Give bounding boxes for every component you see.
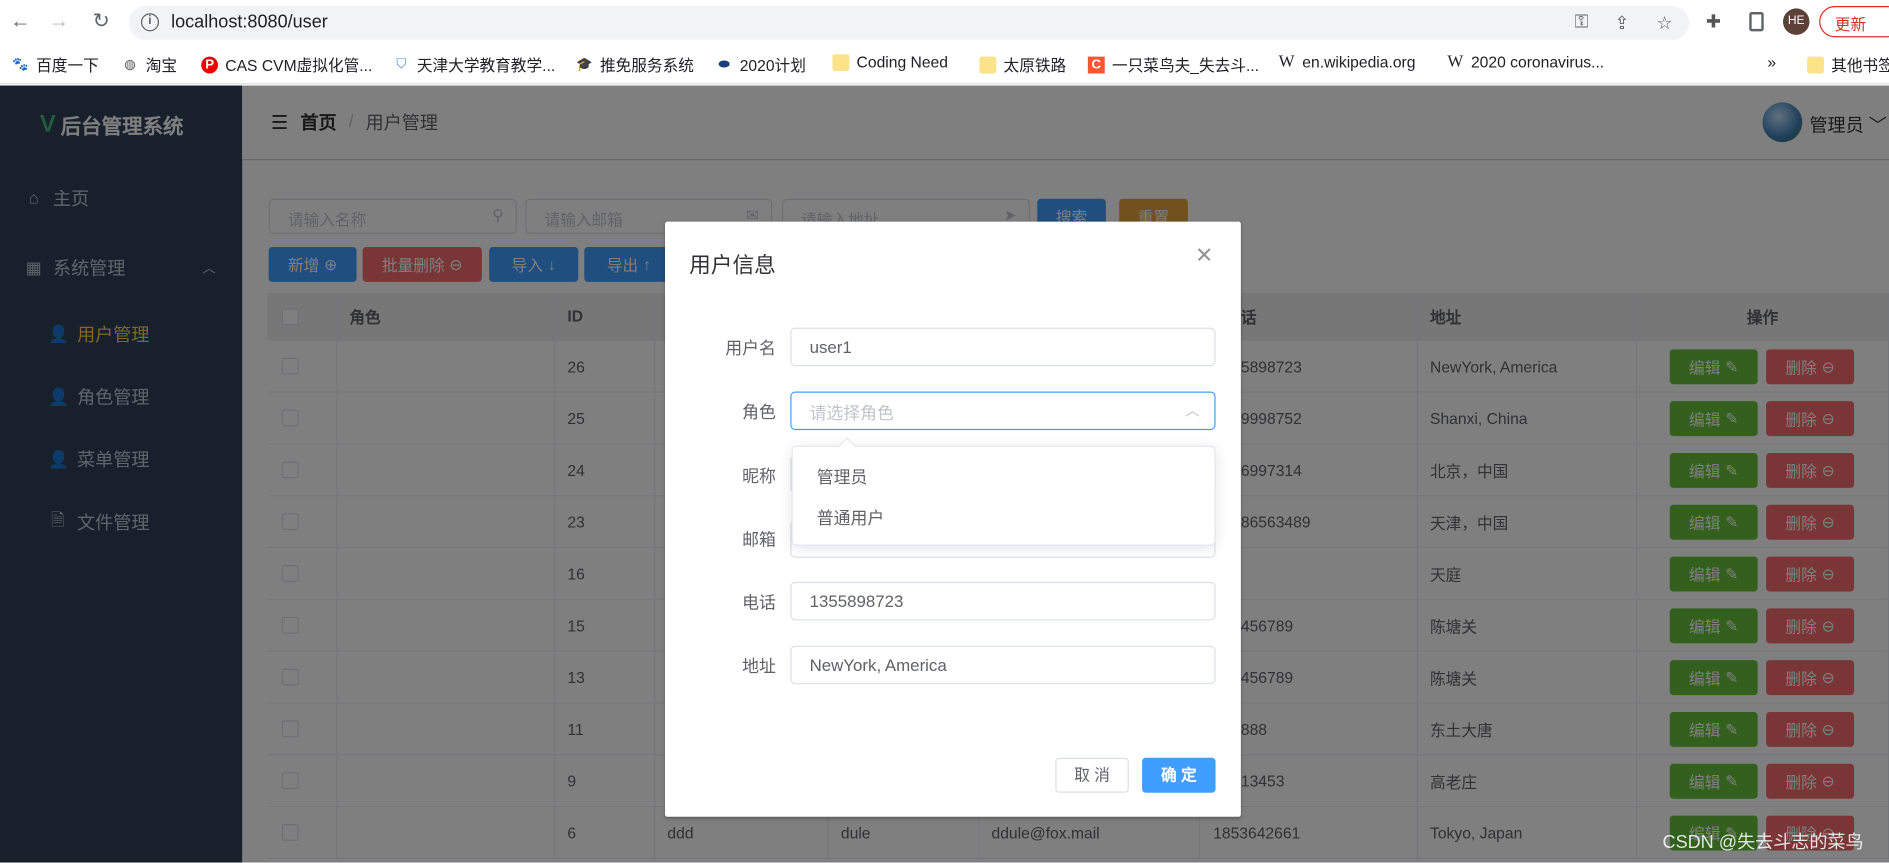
info-icon[interactable]: i [140, 13, 160, 32]
role-placeholder: 请选择角色 [809, 403, 894, 423]
address-bar[interactable]: i localhost:8080/user ⚿ ⇪ ☆ [128, 6, 1690, 40]
cancel-button[interactable]: 取 消 [1055, 757, 1129, 793]
baidu-icon: 🐾 [12, 57, 29, 72]
address-input[interactable]: NewYork, America [790, 645, 1216, 685]
bookmark[interactable]: ⬬ 2020计划 [716, 53, 806, 76]
folder-icon [832, 53, 850, 71]
bookmark-label: en.wikipedia.org [1302, 53, 1416, 72]
bookmark-label: CAS CVM虚拟化管... [225, 56, 373, 75]
csdn-icon: C [1087, 56, 1105, 73]
watermark: CSDN @失去斗志的菜鸟 [1662, 832, 1864, 853]
globe-icon: ◍ [124, 57, 136, 72]
bookmark-label: 推免服务系统 [599, 56, 694, 75]
forward-icon[interactable]: → [46, 10, 73, 34]
share-icon[interactable]: ⇪ [1614, 12, 1629, 34]
reload-icon[interactable]: ↻ [88, 10, 115, 34]
other-bookmarks[interactable]: 其他书签 [1807, 53, 1889, 76]
extensions-icon[interactable]: ✚ [1706, 11, 1721, 32]
bookmark-label: 百度一下 [36, 56, 99, 75]
bookmark[interactable]: Coding Need [832, 53, 948, 71]
bookmark-label: 太原铁路 [1003, 56, 1067, 75]
bookmark[interactable]: ◍ 淘宝 [122, 53, 177, 76]
browser-toolbar: ← → ↻ i localhost:8080/user ⚿ ⇪ ☆ ✚ HE 更… [0, 0, 1889, 44]
nickname-label: 昵称 [742, 466, 776, 486]
phone-label: 电话 [742, 592, 776, 612]
key-icon[interactable]: ⚿ [1575, 12, 1589, 32]
role-label: 角色 [742, 402, 776, 422]
more-bookmarks-button[interactable]: » [1767, 53, 1776, 71]
email-label: 邮箱 [742, 530, 776, 550]
address-label: 地址 [742, 656, 776, 676]
folder-icon [1807, 56, 1824, 73]
username-label: 用户名 [725, 338, 776, 358]
bookmark-label: 天津大学教育教学... [416, 56, 556, 75]
bookmark-label: 2020 coronavirus... [1470, 53, 1605, 72]
profile-avatar[interactable]: HE [1782, 8, 1810, 35]
chevron-up-icon: ︿ [1185, 402, 1200, 420]
sidepanel-icon[interactable] [1749, 12, 1764, 32]
bookmark-label: 淘宝 [145, 56, 178, 75]
back-icon[interactable]: ← [7, 10, 34, 34]
username-input[interactable]: user1 [790, 327, 1216, 367]
bookmark[interactable]: C 一只菜鸟夫_失去斗... [1087, 53, 1260, 76]
url-text[interactable]: localhost:8080/user [171, 12, 328, 32]
update-button[interactable]: 更新 [1819, 6, 1889, 38]
role-option-admin[interactable]: 管理员 [793, 455, 1215, 496]
graduation-cap-icon: 🎓 [576, 57, 593, 72]
bookmark[interactable]: 太原铁路 [979, 53, 1066, 76]
bookmark-label: 一只菜鸟夫_失去斗... [1111, 56, 1260, 75]
phone-input[interactable]: 1355898723 [790, 581, 1216, 621]
ellipse-logo-icon: ⬬ [718, 57, 730, 72]
bookmark[interactable]: P CAS CVM虚拟化管... [201, 53, 372, 76]
p-icon: P [201, 56, 219, 73]
folder-icon [979, 56, 997, 73]
role-dropdown: 管理员 普通用户 [791, 437, 1216, 546]
wikipedia-icon: W [1447, 52, 1464, 71]
bookmark[interactable]: ⛉ 天津大学教育教学... [393, 53, 555, 76]
bookmark-label: Coding Need [856, 53, 948, 72]
role-select[interactable]: 请选择角色 ︿ [790, 391, 1216, 431]
shield-icon: ⛉ [396, 57, 407, 72]
bookmark[interactable]: 🐾 百度一下 [12, 53, 99, 76]
role-option-user[interactable]: 普通用户 [793, 496, 1215, 537]
bookmarks-bar: 🐾 百度一下 ◍ 淘宝 P CAS CVM虚拟化管... ⛉ 天津大学教育教学... 🎓… [0, 43, 1889, 85]
confirm-button[interactable]: 确 定 [1142, 757, 1216, 793]
bookmark[interactable]: Wen.wikipedia.org [1278, 52, 1416, 72]
bookmark-label: 2020计划 [739, 56, 806, 75]
bookmark[interactable]: 🎓 推免服务系统 [576, 53, 694, 76]
star-icon[interactable]: ☆ [1656, 12, 1672, 34]
bookmark-label: 其他书签 [1831, 56, 1889, 75]
bookmark[interactable]: W 2020 coronavirus... [1447, 53, 1604, 71]
wikipedia-icon: W [1278, 52, 1295, 71]
